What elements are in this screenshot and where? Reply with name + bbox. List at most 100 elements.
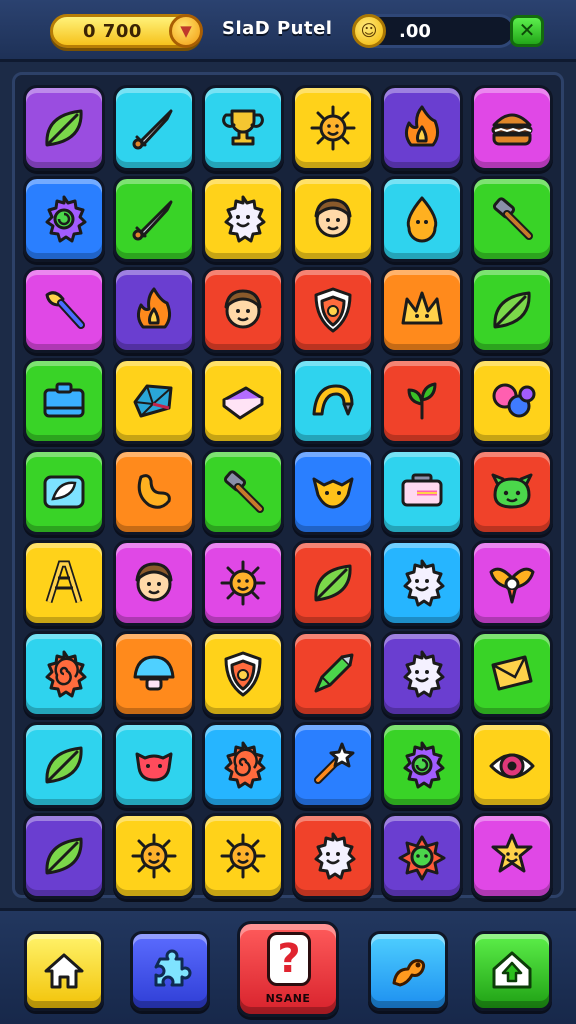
tile-r1-c4[interactable] <box>291 85 374 171</box>
leaf-icon <box>493 291 531 329</box>
tile-r7-c6[interactable] <box>470 631 553 717</box>
tile-r8-c6[interactable] <box>470 722 553 808</box>
tile-r8-c3[interactable] <box>202 722 285 808</box>
tile-r4-c5[interactable] <box>381 358 464 444</box>
tile-r3-c1[interactable] <box>23 267 105 353</box>
card-icon <box>43 475 85 509</box>
house-up-icon <box>492 951 532 989</box>
tile-r8-c2[interactable] <box>112 722 195 808</box>
tile-r1-c3[interactable] <box>202 85 285 171</box>
sword-icon <box>132 109 173 150</box>
face-icon <box>224 289 262 329</box>
wand-icon <box>313 742 355 784</box>
bottom-nav: ? NSANE <box>0 908 576 1024</box>
book-icon <box>222 386 264 420</box>
tile-r3-c6[interactable] <box>470 267 553 353</box>
upgrade-button[interactable] <box>472 931 552 1011</box>
box-icon <box>43 382 85 418</box>
tile-r6-c2[interactable] <box>112 540 195 626</box>
tile-r9-c5[interactable] <box>381 813 464 899</box>
tile-r4-c2[interactable] <box>112 358 195 444</box>
tile-r3-c2[interactable] <box>112 267 195 353</box>
tile-r5-c6[interactable] <box>470 449 553 535</box>
tile-grid <box>23 85 553 899</box>
home-button[interactable] <box>24 931 104 1011</box>
tile-r3-c5[interactable] <box>381 267 464 353</box>
mushroom-icon <box>133 655 175 691</box>
tile-r6-c6[interactable] <box>470 540 553 626</box>
sun-icon <box>310 105 356 151</box>
tile-r4-c1[interactable] <box>23 358 105 444</box>
tile-r7-c1[interactable] <box>23 631 105 717</box>
puzzle-button[interactable] <box>130 931 210 1011</box>
tile-r1-c5[interactable] <box>381 85 464 171</box>
coin-count: 0 700 <box>83 21 142 42</box>
tile-r5-c3[interactable] <box>202 449 285 535</box>
sun-icon <box>220 833 266 879</box>
ticket-icon <box>401 473 443 507</box>
tile-r8-c1[interactable] <box>23 722 105 808</box>
gem-icon: ▼ <box>169 14 203 48</box>
tile-r1-c6[interactable] <box>470 85 553 171</box>
tile-r7-c3[interactable] <box>202 631 285 717</box>
tile-r7-c2[interactable] <box>112 631 195 717</box>
tile-r1-c2[interactable] <box>112 85 195 171</box>
score-value: .00 <box>399 21 431 42</box>
smiley-gear-icon <box>224 195 266 243</box>
trophy-icon <box>222 109 265 146</box>
spiral-gear-icon <box>224 741 266 789</box>
sprout-icon <box>407 382 437 420</box>
arrow-icon <box>314 653 354 693</box>
leaf-icon <box>314 564 352 602</box>
tile-r6-c4[interactable] <box>291 540 374 626</box>
tile-r2-c1[interactable] <box>23 176 105 262</box>
tile-r8-c5[interactable] <box>381 722 464 808</box>
tile-r2-c3[interactable] <box>202 176 285 262</box>
tile-r4-c3[interactable] <box>202 358 285 444</box>
tile-r6-c1[interactable] <box>23 540 105 626</box>
help-button[interactable]: ? NSANE <box>237 921 339 1017</box>
face-icon <box>314 198 352 238</box>
creature-button[interactable] <box>368 931 448 1011</box>
drop-icon <box>407 196 438 243</box>
tile-r2-c2[interactable] <box>112 176 195 262</box>
tile-r9-c3[interactable] <box>202 813 285 899</box>
smiley-coin-icon: ☺ <box>352 14 386 48</box>
tile-r1-c1[interactable] <box>23 85 105 171</box>
shield-icon <box>224 651 262 697</box>
tile-r9-c1[interactable] <box>23 813 105 899</box>
tile-r6-c5[interactable] <box>381 540 464 626</box>
coin-counter[interactable]: 0 700 ▼ <box>50 14 203 48</box>
tile-r5-c5[interactable] <box>381 449 464 535</box>
game-board <box>12 72 564 899</box>
smiley-gear-icon <box>314 832 356 880</box>
tile-r3-c3[interactable] <box>202 267 285 353</box>
tile-r7-c5[interactable] <box>381 631 464 717</box>
envelope-icon <box>491 655 533 691</box>
tile-r5-c4[interactable] <box>291 449 374 535</box>
tile-r5-c1[interactable] <box>23 449 105 535</box>
shield-icon <box>314 287 352 333</box>
tile-r2-c5[interactable] <box>381 176 464 262</box>
puzzle-icon <box>154 949 192 987</box>
crown-icon <box>401 291 443 325</box>
tile-r2-c6[interactable] <box>470 176 553 262</box>
tile-r3-c4[interactable] <box>291 267 374 353</box>
tile-r6-c3[interactable] <box>202 540 285 626</box>
tile-r9-c4[interactable] <box>291 813 374 899</box>
close-button[interactable]: ✕ <box>510 15 544 47</box>
eye-icon <box>489 753 535 779</box>
tile-r2-c4[interactable] <box>291 176 374 262</box>
face-icon <box>135 562 173 602</box>
tile-r4-c4[interactable] <box>291 358 374 444</box>
tile-r8-c4[interactable] <box>291 722 374 808</box>
hammer-icon <box>224 470 265 513</box>
tile-r7-c4[interactable] <box>291 631 374 717</box>
tile-r9-c2[interactable] <box>112 813 195 899</box>
smiley-gear-icon <box>403 559 445 607</box>
tile-r4-c6[interactable] <box>470 358 553 444</box>
home-icon <box>44 953 84 989</box>
leaf-icon <box>45 109 83 147</box>
tile-r9-c6[interactable] <box>470 813 553 899</box>
tile-r5-c2[interactable] <box>112 449 195 535</box>
